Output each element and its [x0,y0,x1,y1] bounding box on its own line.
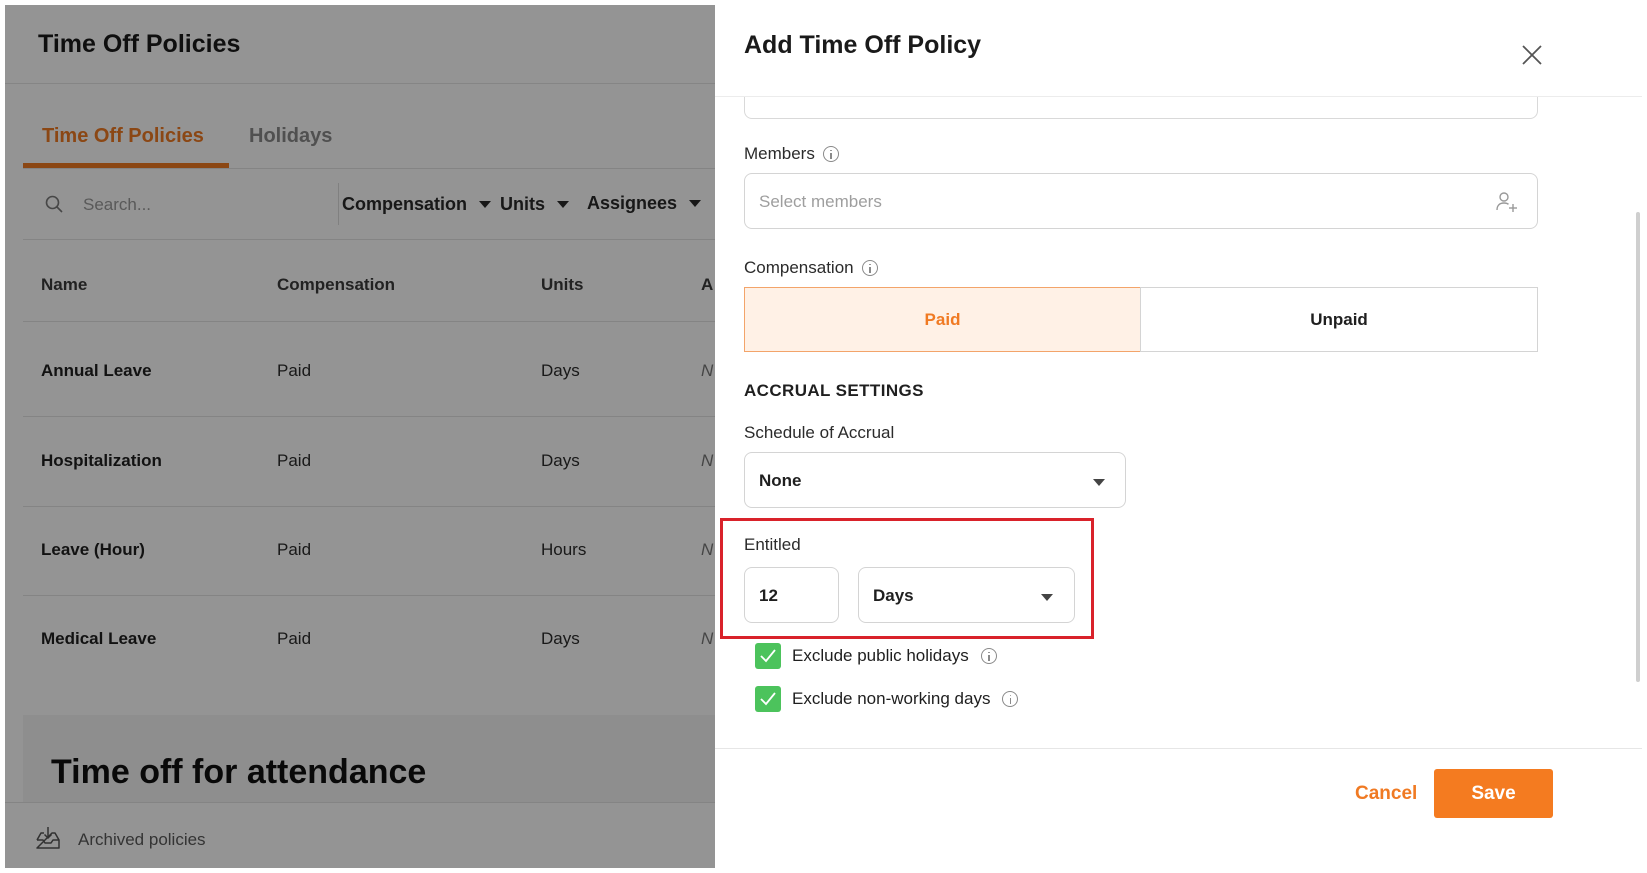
cancel-button[interactable]: Cancel [1355,783,1417,805]
entitled-label: Entitled [744,535,801,554]
entitled-unit-value: Days [873,586,914,605]
save-button[interactable]: Save [1434,769,1553,818]
checkmark-icon [760,692,776,706]
drawer-footer: Cancel Save [715,748,1642,868]
chevron-down-icon [1041,594,1053,601]
entitled-amount-value: 12 [759,586,778,605]
close-icon[interactable] [1520,43,1544,67]
members-placeholder: Select members [759,192,882,211]
exclude-public-holidays-label: Exclude public holidays [792,646,997,666]
checkmark-icon [760,649,776,663]
exclude-non-working-days-text: Exclude non-working days [792,689,991,708]
add-user-icon [1496,192,1517,212]
compensation-paid-option[interactable]: Paid [744,287,1141,352]
members-label-text: Members [744,144,815,163]
members-label: Members [744,144,839,164]
compensation-label-text: Compensation [744,258,854,277]
members-select[interactable]: Select members [744,173,1538,229]
add-policy-drawer: Add Time Off Policy Members Select membe… [715,5,1642,868]
app-frame: Time Off Policies Time Off Policies Holi… [5,5,1642,868]
drawer-scrollbar[interactable] [1636,212,1640,682]
exclude-non-working-days-label: Exclude non-working days [792,689,1019,709]
exclude-public-holidays-checkbox[interactable] [755,643,781,669]
schedule-select[interactable]: None [744,452,1126,508]
info-icon[interactable] [861,260,878,276]
entitled-unit-select[interactable]: Days [858,567,1075,623]
accrual-settings-heading: ACCRUAL SETTINGS [744,381,924,400]
modal-backdrop[interactable] [5,5,715,868]
drawer-header: Add Time Off Policy [715,5,1642,97]
schedule-label: Schedule of Accrual [744,423,895,442]
compensation-unpaid-option[interactable]: Unpaid [1140,287,1538,352]
info-icon[interactable] [822,146,839,162]
info-icon[interactable] [980,648,997,664]
info-icon[interactable] [1002,691,1019,707]
exclude-public-holidays-text: Exclude public holidays [792,646,969,665]
compensation-label: Compensation [744,258,878,278]
entitled-amount-input[interactable]: 12 [744,567,839,623]
drawer-title: Add Time Off Policy [744,31,982,59]
chevron-down-icon [1093,479,1105,486]
schedule-value: None [759,471,802,490]
exclude-non-working-days-checkbox[interactable] [755,686,781,712]
